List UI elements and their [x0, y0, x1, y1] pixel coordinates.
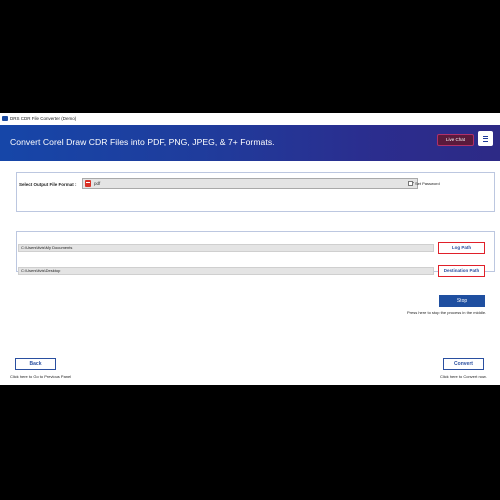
menu-bar-icon [483, 140, 488, 142]
window-title: DRS CDR File Converter (Demo) [10, 115, 77, 121]
format-panel: Select Output File Format : pdf Set Pass… [16, 172, 495, 212]
live-chat-button[interactable]: Live Chat [437, 134, 474, 146]
convert-button[interactable]: Convert [443, 358, 484, 370]
log-path-input[interactable]: C:\Users\ltvis\My Documents [18, 244, 434, 252]
selected-format-value: pdf [94, 181, 101, 186]
app-logo-icon [2, 115, 8, 121]
destination-path-button[interactable]: Destination Path [438, 265, 485, 277]
output-format-dropdown[interactable]: pdf [82, 178, 418, 189]
stop-hint-text: Press here to stop the process in the mi… [407, 310, 487, 315]
set-password-label: Set Password [415, 181, 440, 186]
stop-button[interactable]: Stop [439, 295, 485, 307]
log-path-button[interactable]: Log Path [438, 242, 485, 254]
hamburger-menu-button[interactable] [478, 131, 493, 146]
output-format-label: Select Output File Format : [19, 182, 77, 187]
app-window: DRS CDR File Converter (Demo) Convert Co… [0, 113, 500, 385]
menu-bar-icon [483, 138, 488, 139]
destination-path-input[interactable]: C:\Users\ltvis\Desktop [18, 267, 434, 275]
pdf-file-icon [85, 180, 91, 187]
menu-bar-icon [483, 135, 488, 137]
set-password-checkbox[interactable] [408, 181, 413, 186]
window-titlebar: DRS CDR File Converter (Demo) [0, 113, 500, 123]
page-title: Convert Corel Draw CDR Files into PDF, P… [10, 137, 275, 147]
path-panel: C:\Users\ltvis\My Documents Log Path C:\… [16, 231, 495, 277]
back-hint-text: Click here to Go to Previous Panel [10, 374, 72, 379]
header-banner: Convert Corel Draw CDR Files into PDF, P… [0, 125, 500, 161]
convert-hint-text: Click here to Convert now. [440, 374, 487, 379]
back-button[interactable]: Back [15, 358, 56, 370]
